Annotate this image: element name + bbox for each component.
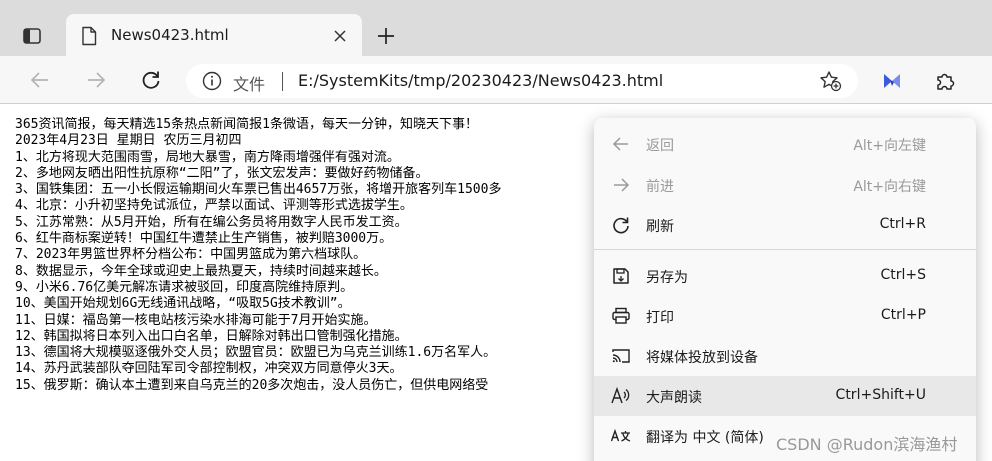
extension-logo-icon bbox=[884, 74, 900, 88]
news-line: 5、江苏常熟：从5月开始，所有在编公务员将用数字人民币发工资。 bbox=[15, 214, 408, 230]
news-line: 365资讯简报，每天精选15条热点新闻简报1条微语，每天一分钟，知晓天下事！ bbox=[15, 117, 478, 132]
news-line: 1、北方将现大范围雨雪，局地大暴雪，南方降雨增强伴有强对流。 bbox=[15, 149, 400, 165]
file-icon bbox=[82, 26, 97, 46]
menu-item-print[interactable]: 打印 Ctrl+P bbox=[594, 296, 976, 336]
save-icon bbox=[610, 265, 632, 287]
menu-item-label: 翻译为 中文 (简体) bbox=[646, 430, 764, 446]
extensions-button[interactable] bbox=[932, 68, 958, 94]
menu-item-shortcut: Ctrl+S bbox=[880, 267, 926, 283]
arrow-right-icon bbox=[610, 174, 632, 196]
menu-item-shortcut: Alt+向右键 bbox=[853, 179, 926, 195]
refresh-button[interactable] bbox=[137, 66, 165, 94]
tab-actions-icon bbox=[23, 28, 41, 44]
menu-item-label: 大声朗读 bbox=[646, 390, 702, 406]
news-line: 6、红牛商标案逆转！中国红牛遭禁止生产销售，被判赔3000万。 bbox=[15, 231, 393, 247]
tab-title: News0423.html bbox=[111, 26, 229, 44]
news-line: 4、北京：小升初坚持免试派位，严禁以面试、评测等形式选拔学生。 bbox=[15, 198, 413, 214]
menu-item-shortcut: Ctrl+P bbox=[880, 307, 926, 323]
menu-item-read-aloud[interactable]: 大声朗读 Ctrl+Shift+U bbox=[594, 376, 976, 416]
extension-button[interactable] bbox=[879, 68, 905, 94]
arrow-left-icon bbox=[610, 133, 632, 155]
address-separator bbox=[282, 72, 283, 91]
arrow-left-icon bbox=[30, 72, 48, 88]
forward-button[interactable] bbox=[82, 66, 110, 94]
refresh-icon bbox=[610, 214, 632, 236]
menu-item-shortcut: Alt+向左键 bbox=[853, 138, 926, 154]
add-favorite-icon[interactable] bbox=[818, 70, 842, 92]
news-line: 14、苏丹武装部队夺回陆军司令部控制权，冲突双方同意停火3天。 bbox=[15, 361, 403, 377]
menu-item-label: 将媒体投放到设备 bbox=[646, 350, 758, 366]
printer-icon bbox=[610, 305, 632, 327]
plus-icon bbox=[378, 28, 394, 44]
news-line: 3、国铁集团：五一小长假运输期间火车票已售出4657万张，将增开旅客列车1500… bbox=[15, 182, 502, 198]
news-line: 2023年4月23日 星期日 农历三月初四 bbox=[15, 133, 242, 149]
news-line: 15、俄罗斯：确认本土遭到来自乌克兰的20多次炮击，没人员伤亡，但供电网络受 bbox=[15, 377, 489, 393]
news-line: 10、美国开始规划6G无线通讯战略，“吸取5G技术教训”。 bbox=[15, 296, 351, 312]
news-line: 13、德国将大规模驱逐俄外交人员；欧盟官员：欧盟已为乌克兰训练1.6万名军人。 bbox=[15, 345, 497, 361]
menu-item-label: 返回 bbox=[646, 138, 674, 154]
menu-item-forward[interactable]: 前进 Alt+向右键 bbox=[594, 165, 976, 205]
url-text[interactable]: E:/SystemKits/tmp/20230423/News0423.html bbox=[298, 71, 663, 90]
menu-item-back[interactable]: 返回 Alt+向左键 bbox=[594, 124, 976, 164]
news-line: 11、日媒：福岛第一核电站核污染水排海可能于7月开始实施。 bbox=[15, 312, 377, 328]
news-line: 8、数据显示，今年全球或迎史上最热夏天，持续时间越来越长。 bbox=[15, 263, 387, 279]
context-menu: 返回 Alt+向左键 前进 Alt+向右键 刷新 Ctrl+R 另存为 Ctrl… bbox=[594, 118, 976, 461]
tab-actions-button[interactable] bbox=[18, 22, 46, 50]
translate-icon bbox=[610, 425, 632, 447]
menu-item-refresh[interactable]: 刷新 Ctrl+R bbox=[594, 205, 976, 245]
menu-item-shortcut: Ctrl+R bbox=[879, 216, 926, 232]
menu-separator bbox=[594, 249, 976, 250]
watermark: CSDN @Rudon滨海渔村 bbox=[776, 435, 958, 454]
arrow-right-icon bbox=[88, 72, 106, 88]
news-line: 9、小米6.76亿美元解冻请求被驳回，印度高院维持原判。 bbox=[15, 279, 354, 295]
news-line: 2、多地网友晒出阳性抗原称“二阳”了，张文宏发声：要做好药物储备。 bbox=[15, 165, 429, 181]
scheme-label: 文件 bbox=[233, 75, 266, 94]
close-icon bbox=[334, 30, 346, 42]
menu-item-save-as[interactable]: 另存为 Ctrl+S bbox=[594, 256, 976, 296]
menu-item-label: 另存为 bbox=[646, 270, 688, 286]
back-button[interactable] bbox=[26, 66, 54, 94]
menu-item-shortcut: Ctrl+Shift+U bbox=[835, 387, 926, 403]
menu-item-label: 刷新 bbox=[646, 219, 674, 235]
cast-icon bbox=[610, 345, 632, 367]
tab-close-button[interactable] bbox=[332, 28, 348, 44]
page-content: 365资讯简报，每天精选15条热点新闻简报1条微语，每天一分钟，知晓天下事！ 2… bbox=[15, 117, 615, 394]
menu-item-label: 打印 bbox=[646, 310, 674, 326]
menu-item-label: 前进 bbox=[646, 179, 674, 195]
toolbar: 文件 E:/SystemKits/tmp/20230423/News0423.h… bbox=[0, 56, 992, 104]
tab-news0423[interactable]: News0423.html bbox=[66, 14, 362, 56]
menu-item-cast[interactable]: 将媒体投放到设备 bbox=[594, 336, 976, 376]
address-bar[interactable]: 文件 E:/SystemKits/tmp/20230423/News0423.h… bbox=[186, 64, 858, 98]
news-line: 12、韩国拟将日本列入出口白名单，日解除对韩出口管制强化措施。 bbox=[15, 328, 408, 344]
new-tab-button[interactable] bbox=[374, 24, 398, 48]
read-aloud-icon bbox=[610, 385, 632, 407]
tab-strip: News0423.html bbox=[0, 0, 992, 56]
news-line: 7、2023年男篮世界杯分档公布：中国男篮成为第六档球队。 bbox=[15, 247, 367, 263]
puzzle-icon bbox=[937, 73, 955, 90]
refresh-icon bbox=[142, 71, 160, 89]
info-icon[interactable] bbox=[202, 71, 222, 91]
